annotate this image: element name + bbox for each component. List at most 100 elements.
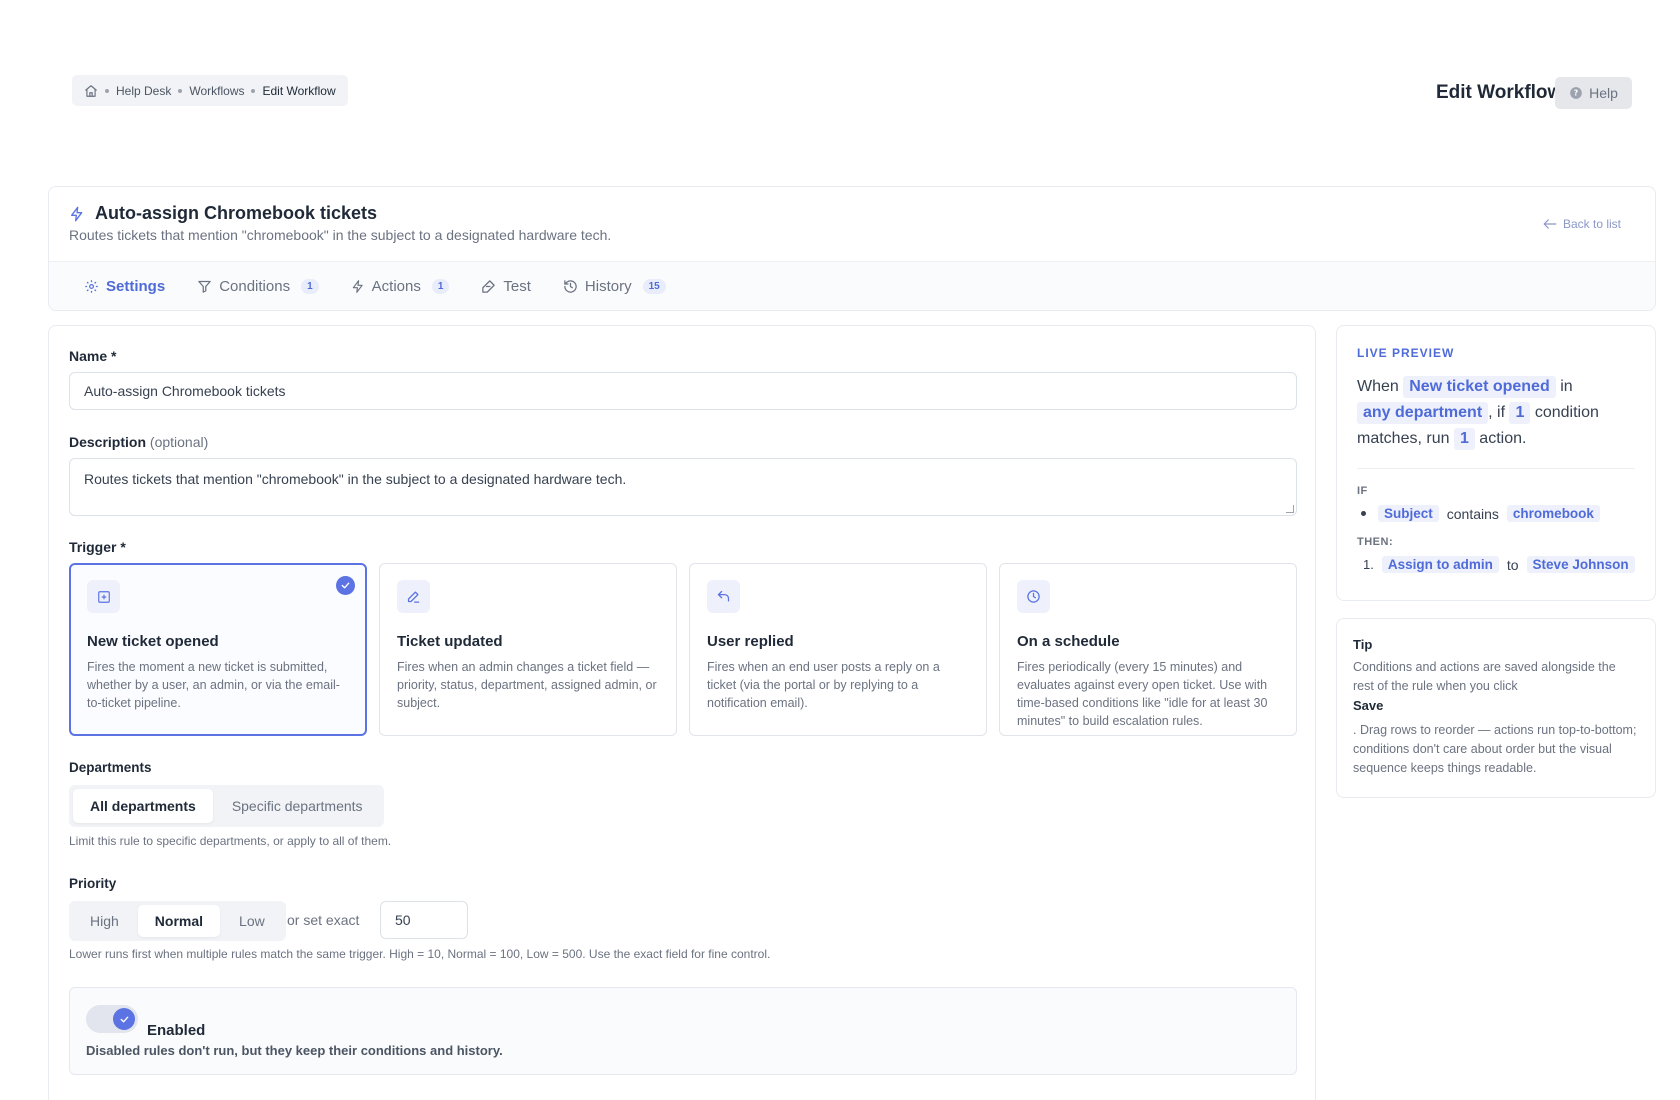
breadcrumb-separator [105, 88, 109, 93]
trigger-new-ticket-opened[interactable]: New ticket opened Fires the moment a new… [69, 563, 367, 736]
priority-option-low[interactable]: Low [222, 905, 282, 937]
tab-actions[interactable]: Actions 1 [336, 262, 465, 310]
bullet-icon [1361, 511, 1366, 516]
name-input[interactable]: Auto-assign Chromebook tickets [69, 372, 1297, 410]
priority-help-text: Lower runs first when multiple rules mat… [69, 947, 771, 961]
priority-exact-input[interactable]: 50 [380, 901, 468, 939]
trigger-title: New ticket opened [87, 633, 219, 650]
tip-panel: Tip Conditions and actions are saved alo… [1336, 618, 1656, 798]
trigger-user-replied[interactable]: User replied Fires when an end user post… [689, 563, 987, 736]
svg-text:?: ? [1574, 89, 1578, 98]
flask-icon [481, 279, 496, 294]
page-title: Edit Workflow [1436, 82, 1563, 103]
trigger-desc: Fires when an admin changes a ticket fie… [397, 660, 657, 710]
home-icon[interactable] [84, 84, 98, 98]
trigger-desc: Fires when an end user posts a reply on … [707, 660, 940, 710]
description-label-text: Description [69, 434, 147, 450]
back-to-list-label: Back to list [1562, 217, 1621, 231]
tab-bar: Settings Conditions 1 Actions 1 Test His… [49, 261, 1655, 310]
tab-conditions-count: 1 [301, 278, 319, 294]
description-optional: (optional) [149, 434, 209, 450]
name-input-value: Auto-assign Chromebook tickets [84, 383, 286, 399]
priority-exact-label: or set exact [287, 912, 360, 928]
tab-actions-count: 1 [431, 278, 450, 294]
workflow-header: Auto-assign Chromebook tickets Routes ti… [48, 186, 1656, 311]
description-label: Description (optional) [69, 434, 208, 450]
name-label: Name * [69, 348, 117, 364]
tab-history[interactable]: History 15 [548, 262, 681, 310]
preview-action-row: 1. Assign to admin to Steve Johnson [1357, 556, 1635, 573]
trigger-ticket-updated[interactable]: Ticket updated Fires when an admin chang… [379, 563, 677, 736]
tab-conditions-label: Conditions [219, 277, 291, 295]
check-icon [113, 1008, 135, 1030]
check-icon [336, 576, 355, 595]
trigger-title: On a schedule [1017, 633, 1120, 650]
breadcrumb: Help Desk Workflows Edit Workflow [72, 75, 348, 106]
history-icon [563, 279, 578, 294]
resize-grip-icon[interactable] [1286, 505, 1294, 513]
settings-form: Name * Auto-assign Chromebook tickets De… [48, 325, 1316, 1100]
preview-action-name: Assign to admin [1381, 556, 1499, 573]
preview-department-chip: any department [1357, 402, 1489, 424]
departments-option-all[interactable]: All departments [73, 789, 213, 823]
description-textarea-value: Routes tickets that mention "chromebook"… [84, 471, 627, 487]
tip-strong: Save [1353, 698, 1384, 713]
tab-history-count: 15 [642, 278, 666, 294]
breadcrumb-current: Edit Workflow [262, 83, 336, 98]
help-circle-icon: ? [1569, 86, 1583, 100]
preview-divider [1357, 468, 1635, 469]
description-textarea[interactable]: Routes tickets that mention "chromebook"… [69, 458, 1297, 516]
enabled-label: Enabled [147, 1022, 206, 1039]
priority-option-normal[interactable]: Normal [137, 905, 221, 937]
tab-test[interactable]: Test [466, 262, 546, 310]
preview-condition-value: chromebook [1506, 505, 1600, 522]
preview-trigger-chip: New ticket opened [1403, 376, 1556, 398]
help-button[interactable]: ? Help [1555, 77, 1632, 109]
tip-text-after: . Drag rows to reorder — actions run top… [1353, 723, 1637, 775]
edit-icon [397, 580, 430, 613]
priority-segmented-control: High Normal Low [69, 901, 286, 941]
preview-in: in [1560, 378, 1573, 395]
preview-action-text: action. [1479, 430, 1527, 447]
filter-icon [197, 279, 212, 294]
departments-segmented-control: All departments Specific departments [69, 785, 384, 827]
breadcrumb-help-desk[interactable]: Help Desk [116, 84, 171, 98]
reply-icon [707, 580, 740, 613]
departments-label: Departments [69, 760, 152, 775]
enabled-section: Enabled Disabled rules don't run, but th… [69, 987, 1297, 1075]
tab-history-label: History [584, 277, 632, 295]
preview-condition-field: Subject [1378, 505, 1439, 522]
tab-actions-label: Actions [371, 277, 421, 295]
tab-test-label: Test [503, 277, 531, 295]
preview-condition-operator: contains [1446, 505, 1499, 522]
preview-condition-count: 1 [1509, 402, 1531, 424]
enabled-description: Disabled rules don't run, but they keep … [86, 1043, 503, 1058]
help-button-label: Help [1589, 85, 1618, 101]
arrow-left-icon [1543, 218, 1557, 230]
lightning-icon [69, 205, 85, 223]
priority-label: Priority [69, 876, 117, 891]
enabled-toggle[interactable] [86, 1005, 138, 1033]
preview-condition-row: Subject contains chromebook [1357, 505, 1635, 522]
departments-option-specific[interactable]: Specific departments [215, 789, 380, 823]
trigger-desc: Fires periodically (every 15 minutes) an… [1017, 660, 1268, 728]
trigger-on-a-schedule[interactable]: On a schedule Fires periodically (every … [999, 563, 1297, 736]
trigger-label: Trigger * [69, 539, 126, 555]
tab-conditions[interactable]: Conditions 1 [182, 262, 333, 310]
preview-action-to: to [1506, 556, 1519, 573]
tab-settings[interactable]: Settings [69, 262, 180, 310]
trigger-desc: Fires the moment a new ticket is submitt… [87, 660, 340, 710]
workflow-subtitle: Routes tickets that mention "chromebook"… [69, 227, 612, 243]
preview-then-heading: THEN: [1357, 536, 1394, 548]
preview-action-index: 1. [1363, 557, 1374, 572]
breadcrumb-workflows[interactable]: Workflows [189, 84, 244, 98]
priority-option-high[interactable]: High [73, 905, 136, 937]
live-preview-heading: LIVE PREVIEW [1357, 346, 1455, 360]
preview-when: When [1357, 378, 1399, 395]
trigger-title: Ticket updated [397, 633, 503, 650]
priority-exact-value: 50 [395, 912, 411, 928]
back-to-list-link[interactable]: Back to list [1543, 217, 1621, 231]
tip-text-before: Conditions and actions are saved alongsi… [1353, 660, 1616, 693]
tip-title: Tip [1353, 637, 1373, 652]
preview-action-count: 1 [1453, 428, 1475, 450]
